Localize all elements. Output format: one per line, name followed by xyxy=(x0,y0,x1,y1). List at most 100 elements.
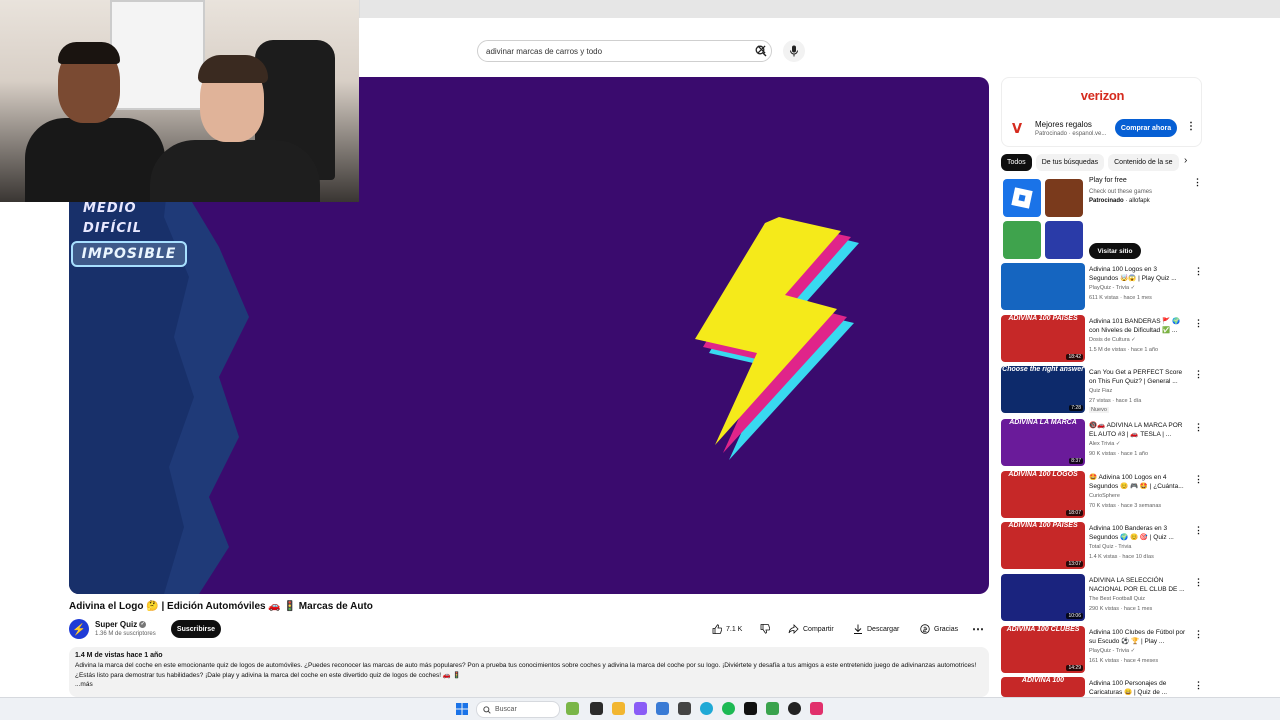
video-more-icon[interactable]: ⋮ xyxy=(1194,525,1203,536)
subscribe-button[interactable]: Suscribirse xyxy=(171,620,221,638)
video-more-icon[interactable]: ⋮ xyxy=(1194,422,1203,433)
ad-more-icon[interactable]: ⋮ xyxy=(1186,121,1196,132)
recommended-video-item[interactable]: ADIVINA 100 CLUBES 14:29 Adivina 100 Clube… xyxy=(1001,626,1203,674)
recommended-channel-name[interactable]: The Best Football Quiz xyxy=(1089,596,1145,602)
video-thumbnail[interactable]: ADIVINA 100 xyxy=(1001,677,1085,697)
recommended-video-item[interactable]: 10:06 ADIVINA LA SELECCIÓN NACIONAL POR E… xyxy=(1001,574,1203,622)
ad-title[interactable]: Mejores regalos xyxy=(1035,120,1092,129)
lightning-bolt-logo xyxy=(695,217,859,460)
video-more-icon[interactable]: ⋮ xyxy=(1194,629,1203,640)
video-thumbnail[interactable]: ADIVINA 100 PAÍSES 13:07 xyxy=(1001,522,1085,569)
video-more-icon[interactable]: ⋮ xyxy=(1194,577,1203,588)
app-icon[interactable] xyxy=(678,702,691,715)
level-dificil-label: DIFÍCIL xyxy=(83,221,143,236)
recommended-channel-name[interactable]: CurioSphere xyxy=(1089,493,1120,499)
video-more-icon[interactable]: ⋮ xyxy=(1194,369,1203,380)
windows-start-icon[interactable] xyxy=(456,703,468,715)
video-more-icon[interactable]: ⋮ xyxy=(1194,680,1203,691)
recommended-video-title[interactable]: Adivina 100 Logos en 3 Segundos 🤯😱 | Pla… xyxy=(1089,265,1187,283)
recommended-video-title[interactable]: Adivina 100 Personajes de Caricaturas 😄 … xyxy=(1089,679,1187,697)
search-box[interactable] xyxy=(477,40,772,62)
recommended-video-title[interactable]: Adivina 101 BANDERAS 🚩 🌍 con Niveles de … xyxy=(1089,317,1187,335)
download-button[interactable]: Descargar xyxy=(853,620,899,638)
like-button[interactable]: 7.1 K xyxy=(712,620,742,638)
recommended-channel-name[interactable]: Dosis de Cultura ✓ xyxy=(1089,337,1136,343)
recommended-video-title[interactable]: Can You Get a PERFECT Score on This Fun … xyxy=(1089,368,1187,386)
taskbar-search[interactable]: Buscar xyxy=(476,701,560,718)
dislike-button[interactable] xyxy=(760,620,770,638)
video-thumbnail[interactable]: ADIVINA LA MARCA 8:37 xyxy=(1001,419,1085,466)
channel-name[interactable]: Super Quiz ✓ xyxy=(95,620,147,629)
chevron-right-icon[interactable]: › xyxy=(1184,155,1187,166)
tiktok-icon[interactable] xyxy=(744,702,757,715)
show-more-link[interactable]: ...más xyxy=(75,681,983,688)
recommended-video-item[interactable]: ADIVINA 100 PAÍSES 13:07 Adivina 100 Bande… xyxy=(1001,522,1203,570)
game-tile-4 xyxy=(1045,221,1083,259)
video-thumbnail[interactable] xyxy=(1001,263,1085,310)
video-more-icon[interactable]: ⋮ xyxy=(1194,474,1203,485)
taskbar-search-label: Buscar xyxy=(495,706,517,713)
description-box[interactable]: 1.4 M de vistas hace 1 año Adivina la ma… xyxy=(69,647,989,697)
buy-now-button[interactable]: Comprar ahora xyxy=(1115,119,1177,137)
instagram-icon[interactable] xyxy=(810,702,823,715)
level-medio-label: MEDIO xyxy=(83,201,137,216)
app-icon-2[interactable] xyxy=(766,702,779,715)
recommended-video-title[interactable]: 🔞🚗 ADIVINA LA MARCA POR EL AUTO #3 | 🚗 T… xyxy=(1089,421,1187,439)
recommended-channel-name[interactable]: Quiz Fiaz xyxy=(1089,388,1112,394)
recommended-channel-name[interactable]: PlayQuiz - Trivia ✓ xyxy=(1089,648,1135,654)
recommended-video-title[interactable]: ADIVINA LA SELECCIÓN NACIONAL POR EL CLU… xyxy=(1089,576,1187,594)
recommended-channel-name[interactable]: Total Quiz - Trivia xyxy=(1089,544,1131,550)
search-icon xyxy=(483,705,491,714)
video-thumbnail[interactable]: Choose the right answer 7:28 xyxy=(1001,366,1085,413)
sponsored-title[interactable]: Play for free xyxy=(1089,177,1127,184)
recommended-channel-name[interactable]: PlayQuiz - Trivia ✓ xyxy=(1089,285,1135,291)
file-explorer-icon[interactable] xyxy=(612,702,625,715)
thumbnail-text: ADIVINA 100 xyxy=(1021,677,1065,684)
recommended-video-item[interactable]: ADIVINA 100 LOGOS 18:07 🤩 Adivina 100 Logo… xyxy=(1001,471,1203,519)
recommended-video-title[interactable]: 🤩 Adivina 100 Logos en 4 Segundos 😊 🎮 🤩 … xyxy=(1089,473,1187,491)
more-horizontal-icon: ⋯ xyxy=(972,622,984,636)
video-thumbnail[interactable]: ADIVINA 100 LOGOS 18:07 xyxy=(1001,471,1085,518)
recommended-video-item[interactable]: ADIVINA 100 PAÍSES 18:42 Adivina 101 BANDE… xyxy=(1001,315,1203,363)
recommended-video-item[interactable]: Adivina 100 Logos en 3 Segundos 🤯😱 | Pla… xyxy=(1001,263,1203,311)
more-actions-button[interactable]: ⋯ xyxy=(972,620,984,638)
video-thumbnail[interactable]: ADIVINA 100 PAÍSES 18:42 xyxy=(1001,315,1085,362)
sponsored-thumbnail-grid[interactable] xyxy=(1003,179,1084,259)
task-view-icon[interactable] xyxy=(590,702,603,715)
recommended-video-item[interactable]: ADIVINA 100 Adivina 100 Personajes de Car… xyxy=(1001,677,1203,697)
recommended-channel-name[interactable]: Alex Trivia ✓ xyxy=(1089,441,1121,447)
video-more-icon[interactable]: ⋮ xyxy=(1194,318,1203,329)
ad-card[interactable]: verizon V Mejores regalos Patrocinado · … xyxy=(1001,77,1202,147)
spotify-icon[interactable] xyxy=(722,702,735,715)
edge-icon[interactable] xyxy=(700,702,713,715)
recommended-video-item[interactable]: ADIVINA LA MARCA 8:37 🔞🚗 ADIVINA LA MARCA … xyxy=(1001,419,1203,467)
thumbnail-text: ADIVINA 100 CLUBES xyxy=(1006,626,1080,633)
thanks-button[interactable]: Gracias xyxy=(920,620,958,638)
verizon-v-icon: V xyxy=(1012,122,1023,137)
channel-name-text[interactable]: Super Quiz xyxy=(95,620,137,629)
video-thumbnail[interactable]: ADIVINA 100 CLUBES 14:29 xyxy=(1001,626,1085,673)
visit-site-button[interactable]: Visitar sitio xyxy=(1089,243,1141,259)
copilot-icon[interactable] xyxy=(634,702,647,715)
store-icon[interactable] xyxy=(656,702,669,715)
recommended-video-title[interactable]: Adivina 100 Clubes de Fútbol por su Escu… xyxy=(1089,628,1187,646)
recommended-video-title[interactable]: Adivina 100 Banderas en 3 Segundos 🌍 😊 🎯… xyxy=(1089,524,1187,542)
search-input[interactable] xyxy=(478,46,751,56)
chip-todos[interactable]: Todos xyxy=(1001,154,1032,171)
widgets-icon[interactable] xyxy=(566,702,579,715)
thanks-label: Gracias xyxy=(934,625,959,633)
app-icon-3[interactable] xyxy=(788,702,801,715)
roblox-tile xyxy=(1003,179,1041,217)
share-button[interactable]: Compartir xyxy=(788,620,834,638)
voice-search-button[interactable] xyxy=(783,40,805,62)
chip-from-searches[interactable]: De tus búsquedas xyxy=(1035,154,1105,171)
search-button[interactable] xyxy=(750,40,772,62)
channel-avatar[interactable]: ⚡ xyxy=(69,619,89,639)
ad-sponsor-label: Patrocinado · espanol.ve... xyxy=(1035,131,1107,137)
chip-related-content[interactable]: Contenido de la se xyxy=(1108,154,1179,171)
video-thumbnail[interactable]: 10:06 xyxy=(1001,574,1085,621)
video-more-icon[interactable]: ⋮ xyxy=(1194,266,1203,277)
sponsored-more-icon[interactable]: ⋮ xyxy=(1193,177,1202,188)
screen: MEDIO DIFÍCIL IMPOSIBLE Adivina el Logo … xyxy=(0,0,1280,720)
recommended-video-item[interactable]: Choose the right answer 7:28 Can You Get a… xyxy=(1001,366,1203,414)
